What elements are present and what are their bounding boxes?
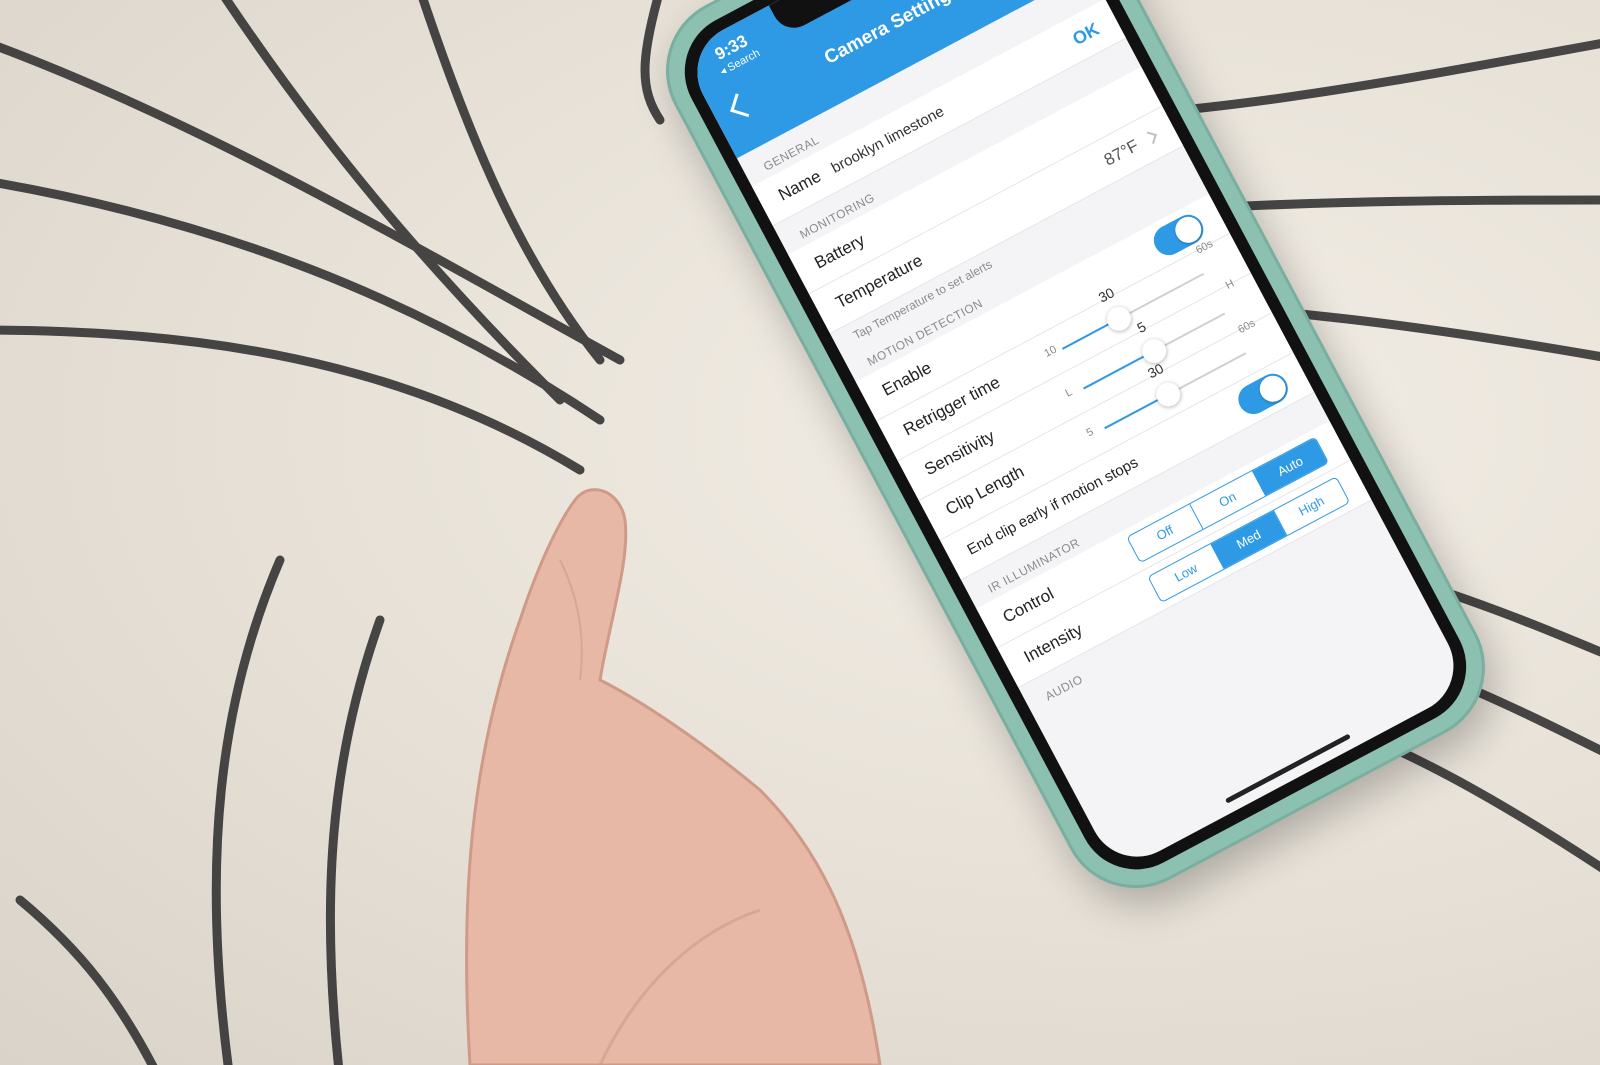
ok-button[interactable]: OK [1069,18,1103,49]
chevron-right-icon [1144,131,1157,144]
sensitivity-min: L [1063,386,1075,400]
photo-scene: 9:33 ◂ Search ▂▄▆ ≋ ▭ Camera Settings GE… [0,0,1600,1065]
clip-min: 5 [1084,425,1096,440]
retrigger-min: 10 [1042,343,1059,360]
clip-thumb[interactable] [1152,378,1185,411]
name-label: Name [775,166,825,205]
temperature-value: 87°F [1100,135,1142,170]
